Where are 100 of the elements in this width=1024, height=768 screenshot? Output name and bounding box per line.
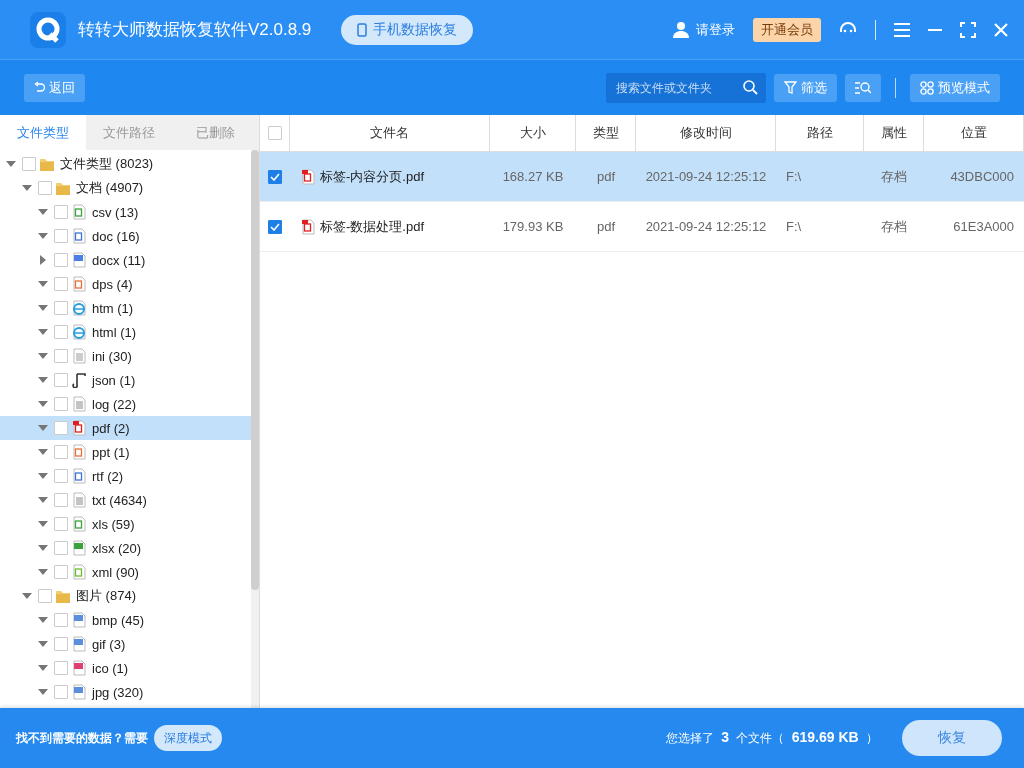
expand-arrow-icon[interactable]	[38, 377, 48, 383]
checkbox[interactable]	[54, 325, 68, 339]
checkbox[interactable]	[54, 277, 68, 291]
expand-arrow-icon[interactable]	[22, 185, 32, 191]
checkbox[interactable]	[54, 469, 68, 483]
expand-arrow-icon[interactable]	[38, 329, 48, 335]
tree-item[interactable]: json (1)	[0, 368, 251, 392]
search-list-button[interactable]	[845, 73, 881, 102]
expand-arrow-icon[interactable]	[38, 689, 48, 695]
tree-item[interactable]: log (22)	[0, 392, 251, 416]
vip-button[interactable]: 开通会员	[753, 17, 821, 42]
file-icon	[71, 204, 87, 220]
column-header[interactable]: 位置	[924, 115, 1024, 152]
close-icon[interactable]	[994, 22, 1008, 37]
tree-item[interactable]: dps (4)	[0, 272, 251, 296]
table-row[interactable]: 标签-内容分页.pdf 168.27 KB pdf 2021-09-24 12:25:12 F:\ 存档 43DBC000	[260, 152, 1024, 202]
checkbox[interactable]	[54, 685, 68, 699]
tree-item[interactable]: ppt (1)	[0, 440, 251, 464]
checkbox[interactable]	[54, 661, 68, 675]
expand-arrow-icon[interactable]	[38, 617, 48, 623]
checkbox[interactable]	[54, 349, 68, 363]
search-icon[interactable]	[743, 79, 758, 95]
column-header[interactable]: 大小	[490, 115, 576, 152]
checkbox[interactable]	[38, 181, 52, 195]
checkbox[interactable]	[54, 541, 68, 555]
tree-item[interactable]: pdf (2)	[0, 416, 251, 440]
tree-item[interactable]: htm (1)	[0, 296, 251, 320]
checkbox[interactable]	[54, 613, 68, 627]
expand-arrow-icon[interactable]	[38, 305, 48, 311]
column-header[interactable]: 修改时间	[636, 115, 776, 152]
checkbox[interactable]	[54, 373, 68, 387]
file-icon	[71, 660, 87, 676]
expand-arrow-icon[interactable]	[38, 545, 48, 551]
expand-arrow-icon[interactable]	[22, 593, 32, 599]
expand-arrow-icon[interactable]	[38, 641, 48, 647]
column-header[interactable]: 文件名	[290, 115, 490, 152]
checkbox[interactable]	[54, 421, 68, 435]
scrollbar[interactable]	[251, 150, 259, 708]
checkbox[interactable]	[54, 205, 68, 219]
checkbox[interactable]	[54, 565, 68, 579]
checkbox[interactable]	[54, 637, 68, 651]
checkbox[interactable]	[54, 517, 68, 531]
tree-item[interactable]: bmp (45)	[0, 608, 251, 632]
tree-item[interactable]: ini (30)	[0, 344, 251, 368]
checkbox[interactable]	[54, 253, 68, 267]
checkbox[interactable]	[22, 157, 36, 171]
hint-text: 找不到需要的数据？需要	[16, 729, 148, 747]
expand-arrow-icon[interactable]	[6, 161, 16, 167]
tree-item[interactable]: ico (1)	[0, 656, 251, 680]
tree-label: ico (1)	[92, 660, 129, 676]
search-field[interactable]: 搜索文件或文件夹	[606, 72, 766, 103]
checkbox[interactable]	[268, 219, 282, 234]
expand-arrow-icon[interactable]	[38, 425, 48, 431]
tree-item[interactable]: xls (59)	[0, 512, 251, 536]
expand-arrow-icon[interactable]	[38, 209, 48, 215]
expand-arrow-icon[interactable]	[38, 569, 48, 575]
checkbox[interactable]	[268, 169, 282, 184]
menu-icon[interactable]	[894, 22, 910, 37]
tree-item[interactable]: 文档 (4907)	[0, 176, 251, 200]
checkbox[interactable]	[54, 493, 68, 507]
tree-item[interactable]: html (1)	[0, 320, 251, 344]
checkbox[interactable]	[54, 301, 68, 315]
tree-item[interactable]: xml (90)	[0, 560, 251, 584]
table-cell: 168.27 KB	[502, 169, 564, 184]
column-header[interactable]: 路径	[776, 115, 864, 152]
checkbox[interactable]	[54, 229, 68, 243]
table-cell: 43DBC000	[950, 169, 1014, 184]
expand-arrow-icon[interactable]	[38, 401, 48, 407]
column-header[interactable]: 属性	[864, 115, 924, 152]
expand-arrow-icon[interactable]	[38, 521, 48, 527]
tree-item[interactable]: txt (4634)	[0, 488, 251, 512]
file-icon	[71, 516, 87, 532]
expand-arrow-icon[interactable]	[38, 233, 48, 239]
user-icon	[672, 20, 690, 39]
expand-arrow-icon[interactable]	[38, 665, 48, 671]
select-all-checkbox[interactable]	[267, 126, 282, 140]
tree-item[interactable]: docx (11)	[0, 248, 251, 272]
checkbox[interactable]	[38, 589, 52, 603]
table-cell: 2021-09-24 12:25:12	[645, 169, 767, 184]
expand-arrow-icon[interactable]	[40, 255, 46, 265]
file-icon	[71, 252, 87, 268]
tree-item[interactable]: 文件类型 (8023)	[0, 152, 251, 176]
tree-item[interactable]: gif (3)	[0, 632, 251, 656]
tree-item[interactable]: rtf (2)	[0, 464, 251, 488]
expand-arrow-icon[interactable]	[38, 473, 48, 479]
column-header[interactable]: 类型	[576, 115, 636, 152]
expand-arrow-icon[interactable]	[38, 281, 48, 287]
expand-arrow-icon[interactable]	[38, 497, 48, 503]
checkbox[interactable]	[54, 397, 68, 411]
checkbox[interactable]	[54, 445, 68, 459]
expand-arrow-icon[interactable]	[38, 353, 48, 359]
tree-item[interactable]: doc (16)	[0, 224, 251, 248]
expand-arrow-icon[interactable]	[38, 449, 48, 455]
tree-item[interactable]: csv (13)	[0, 200, 251, 224]
table-cell: pdf	[596, 169, 616, 184]
tree-item[interactable]: xlsx (20)	[0, 536, 251, 560]
tree-item[interactable]: jpg (320)	[0, 680, 251, 704]
maximize-icon[interactable]	[960, 21, 976, 38]
table-cell: 标签-内容分页.pdf	[320, 167, 424, 186]
tree-item[interactable]: 图片 (874)	[0, 584, 251, 608]
